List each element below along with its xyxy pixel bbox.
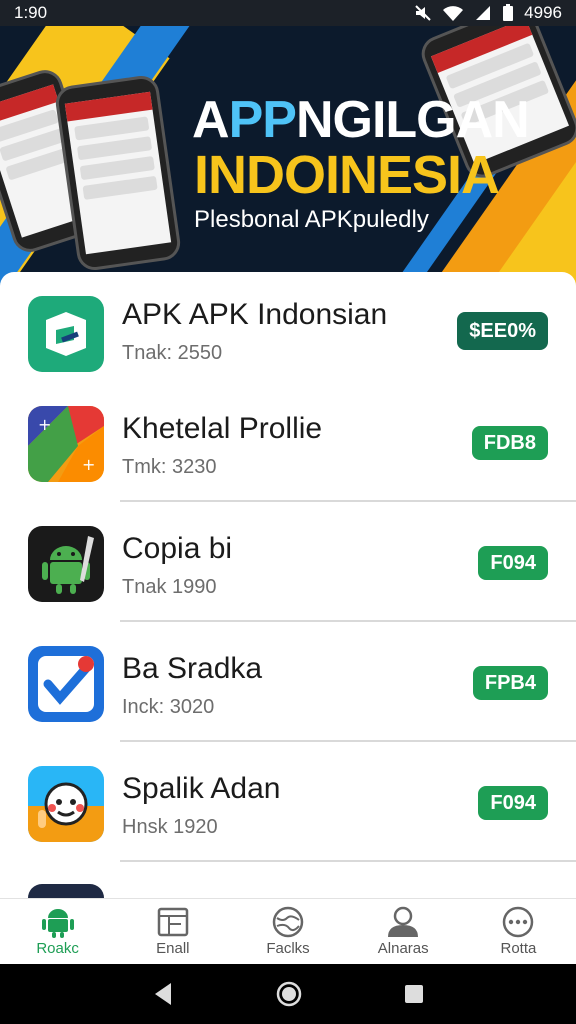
- app-list-item[interactable]: Spalik Adan Hnsk 1920 F094: [0, 746, 576, 866]
- colorful-tiles-icon: + +: [28, 406, 104, 482]
- status-bar: 1:90 4996: [0, 0, 576, 26]
- app-list: APK APK Indonsian Tnak: 2550 $EE0% + + K…: [0, 272, 576, 898]
- app-name: Copia bi: [122, 532, 233, 565]
- nav-item-faclks[interactable]: Faclks: [230, 899, 345, 964]
- list-divider: [120, 620, 576, 622]
- banner-title-line1: APPNGILGAN: [192, 91, 530, 149]
- app-name: Ba Sradka: [122, 652, 263, 685]
- app-icon-check: [28, 646, 104, 722]
- globe-icon: [272, 906, 304, 938]
- list-divider: [120, 500, 576, 502]
- app-icon-tiles: + +: [28, 406, 104, 482]
- android-app-icon: [42, 536, 94, 594]
- bottom-navigation: Roakc Enall Faclks Alnaras Rotta: [0, 898, 576, 964]
- banner-title-line2: INDOINESIA: [194, 145, 500, 205]
- app-meta: Hnsk 1920: [122, 816, 218, 838]
- list-divider: [120, 740, 576, 742]
- signal-icon: [476, 6, 491, 20]
- app-meta: Tnak: 2550: [122, 342, 223, 364]
- checkmark-app-icon: [38, 656, 94, 712]
- tablet-icon: [157, 907, 189, 937]
- cartoon-character-icon: [28, 782, 104, 842]
- box-app-icon: [46, 312, 86, 356]
- list-divider: [120, 860, 576, 862]
- nav-item-rotta[interactable]: Rotta: [461, 899, 576, 964]
- android-icon: [41, 909, 74, 938]
- home-icon[interactable]: [276, 981, 302, 1007]
- status-icons: 4996: [414, 3, 562, 23]
- app-price-badge[interactable]: FDB8: [471, 426, 548, 460]
- battery-text: 4996: [524, 3, 562, 22]
- person-icon: [388, 906, 419, 937]
- system-navigation-bar: [0, 964, 576, 1024]
- back-icon[interactable]: [151, 981, 175, 1007]
- app-list-item[interactable]: + + Khetelal Prollie Tmk: 3230 FDB8: [0, 386, 576, 506]
- app-icon-character: [28, 766, 104, 842]
- status-time: 1:90: [14, 3, 48, 22]
- app-meta: Inck: 3020: [122, 696, 215, 718]
- mute-icon: [415, 5, 431, 21]
- nav-label: Roakc: [36, 940, 79, 957]
- promo-banner[interactable]: APPNGILGAN INDOINESIA Plesbonal APKpuled…: [0, 26, 576, 288]
- nav-label: Enall: [156, 940, 190, 957]
- app-icon-android: [28, 526, 104, 602]
- app-price-badge[interactable]: $EE0%: [457, 312, 548, 350]
- nav-label: Faclks: [266, 940, 310, 957]
- nav-item-enall[interactable]: Enall: [115, 899, 230, 964]
- app-list-item[interactable]: Ba Sradka Inck: 3020 FPB4: [0, 626, 576, 746]
- svg-text:+: +: [82, 455, 95, 474]
- nav-item-alnaras[interactable]: Alnaras: [346, 899, 461, 964]
- battery-icon: [503, 4, 514, 21]
- app-meta: Tmk: 3230: [122, 456, 217, 478]
- recents-icon[interactable]: [403, 983, 425, 1005]
- app-price-badge[interactable]: FPB4: [472, 666, 548, 700]
- app-price-badge[interactable]: F094: [478, 786, 548, 820]
- nav-label: Rotta: [500, 940, 537, 957]
- app-name: Spalik Adan: [122, 772, 281, 805]
- app-list-item[interactable]: APK APK Indonsian Tnak: 2550 $EE0%: [0, 272, 576, 392]
- more-icon: [503, 906, 534, 938]
- app-name: Khetelal Prollie: [122, 412, 323, 445]
- app-icon-partial: [28, 884, 104, 898]
- app-icon-box: [28, 296, 104, 372]
- banner-subtitle: Plesbonal APKpuledly: [194, 206, 429, 233]
- svg-text:+: +: [38, 415, 51, 434]
- app-list-item[interactable]: Copia bi Tnak 1990 F094: [0, 506, 576, 626]
- nav-item-roakc[interactable]: Roakc: [0, 899, 115, 964]
- wifi-icon: [443, 6, 464, 21]
- app-name: APK APK Indonsian: [122, 298, 388, 331]
- banner-phone-center: [53, 73, 183, 273]
- app-meta: Tnak 1990: [122, 576, 217, 598]
- app-price-badge[interactable]: F094: [478, 546, 548, 580]
- nav-label: Alnaras: [377, 940, 429, 957]
